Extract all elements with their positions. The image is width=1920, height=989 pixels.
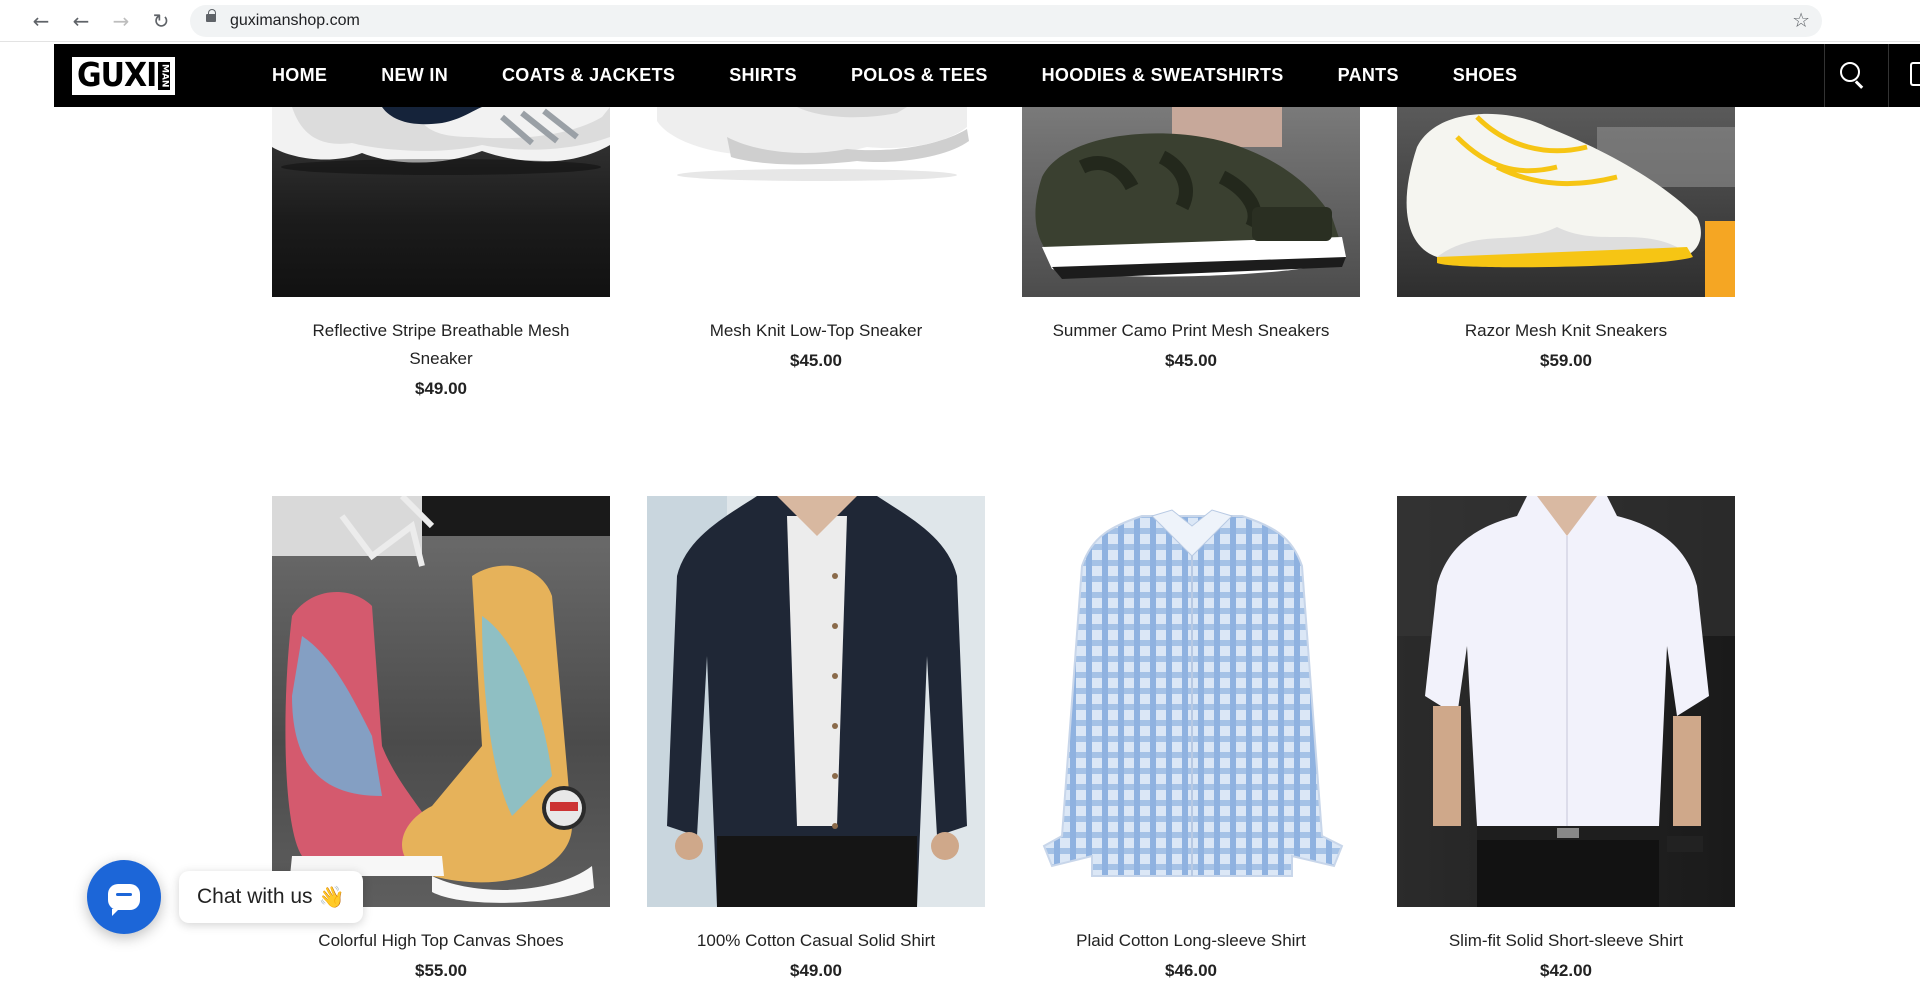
back-history-icon[interactable]: ← [28, 8, 54, 34]
product-image[interactable] [272, 107, 610, 297]
product-name[interactable]: Reflective Stripe Breathable Mesh Sneake… [272, 317, 610, 373]
url-text[interactable]: guximanshop.com [230, 12, 360, 30]
bookmark-star-icon[interactable]: ☆ [1792, 8, 1810, 32]
product-card[interactable]: Summer Camo Print Mesh Sneakers $45.00 [1022, 107, 1360, 371]
logo-side-text: MAN [158, 62, 171, 90]
product-image[interactable] [647, 107, 985, 297]
product-price: $45.00 [790, 351, 842, 370]
product-card[interactable]: 100% Cotton Casual Solid Shirt $49.00 [647, 496, 985, 981]
menu-item-shirts[interactable]: SHIRTS [729, 65, 797, 86]
wave-icon: 👋 [318, 884, 345, 909]
product-name[interactable]: Mesh Knit Low-Top Sneaker [647, 317, 985, 345]
product-card[interactable]: Reflective Stripe Breathable Mesh Sneake… [272, 107, 610, 399]
chat-prompt[interactable]: Chat with us 👋 [179, 871, 363, 923]
product-image[interactable] [272, 496, 610, 907]
cart-icon[interactable] [1910, 62, 1920, 86]
product-image[interactable] [1022, 496, 1360, 907]
product-card[interactable]: Slim-fit Solid Short-sleeve Shirt $42.00 [1397, 496, 1735, 981]
product-name[interactable]: 100% Cotton Casual Solid Shirt [647, 927, 985, 955]
search-icon[interactable] [1840, 62, 1866, 89]
product-price: $45.00 [1165, 351, 1217, 370]
menu-item-new-in[interactable]: NEW IN [381, 65, 448, 86]
header-divider [1824, 44, 1825, 107]
menu-item-polos-tees[interactable]: POLOS & TEES [851, 65, 988, 86]
menu-item-shoes[interactable]: SHOES [1453, 65, 1518, 86]
menu-item-hoodies-sweatshirts[interactable]: HOODIES & SWEATSHIRTS [1042, 65, 1284, 86]
header-divider [1888, 44, 1889, 107]
forward-button-icon[interactable]: → [108, 8, 134, 34]
product-price: $49.00 [790, 961, 842, 980]
product-name[interactable]: Summer Camo Print Mesh Sneakers [1022, 317, 1360, 345]
product-price: $49.00 [415, 379, 467, 398]
reload-icon[interactable]: ↻ [148, 8, 174, 34]
logo-main-text: GUXI [77, 56, 157, 95]
product-price: $59.00 [1540, 351, 1592, 370]
product-image[interactable] [1397, 107, 1735, 297]
product-card[interactable]: Razor Mesh Knit Sneakers $59.00 [1397, 107, 1735, 371]
chat-bubble-icon [108, 884, 140, 916]
chat-launcher-button[interactable] [87, 860, 161, 934]
product-name[interactable]: Colorful High Top Canvas Shoes [272, 927, 610, 955]
site-header: GUXI MAN HOME NEW IN COATS & JACKETS SHI… [54, 44, 1920, 107]
main-menu: HOME NEW IN COATS & JACKETS SHIRTS POLOS… [272, 44, 1571, 107]
product-price: $55.00 [415, 961, 467, 980]
product-name[interactable]: Plaid Cotton Long-sleeve Shirt [1022, 927, 1360, 955]
lock-icon [206, 9, 216, 22]
product-name[interactable]: Razor Mesh Knit Sneakers [1397, 317, 1735, 345]
product-image[interactable] [1022, 107, 1360, 297]
product-card[interactable]: Plaid Cotton Long-sleeve Shirt $46.00 [1022, 496, 1360, 981]
back-button-icon[interactable]: ← [68, 8, 94, 34]
product-price: $42.00 [1540, 961, 1592, 980]
product-card[interactable]: Mesh Knit Low-Top Sneaker $45.00 [647, 107, 985, 371]
menu-item-home[interactable]: HOME [272, 65, 327, 86]
product-image[interactable] [647, 496, 985, 907]
product-image[interactable] [1397, 496, 1735, 907]
site-logo[interactable]: GUXI MAN [72, 56, 176, 95]
product-price: $46.00 [1165, 961, 1217, 980]
menu-item-coats-jackets[interactable]: COATS & JACKETS [502, 65, 675, 86]
address-bar[interactable]: guximanshop.com ☆ [190, 5, 1822, 37]
menu-item-pants[interactable]: PANTS [1338, 65, 1399, 86]
browser-toolbar: ← ← → ↻ guximanshop.com ☆ [0, 0, 1920, 42]
chat-prompt-text: Chat with us [197, 885, 313, 908]
product-name[interactable]: Slim-fit Solid Short-sleeve Shirt [1397, 927, 1735, 955]
